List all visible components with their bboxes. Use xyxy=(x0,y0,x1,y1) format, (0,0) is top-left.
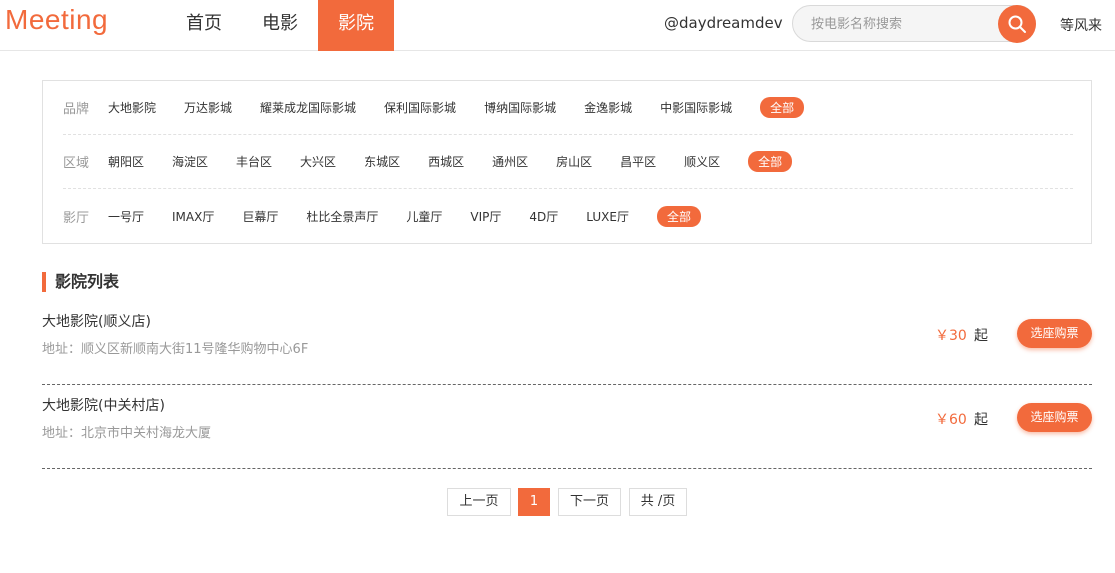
filter-option-district[interactable]: 全部 xyxy=(748,151,793,172)
main-nav: 首页 电影 影院 xyxy=(166,0,394,51)
nav-cinemas[interactable]: 影院 xyxy=(318,0,394,51)
filter-option-district[interactable]: 房山区 xyxy=(556,153,592,170)
buy-ticket-button[interactable]: 选座购票 xyxy=(1017,319,1092,348)
filter-panel: 品牌 大地影院 万达影城 耀莱成龙国际影城 保利国际影城 博纳国际影城 金逸影城 中影国际影… xyxy=(42,80,1092,244)
cinema-address: 地址：北京市中关村海龙大厦 xyxy=(42,426,212,441)
filter-option-brand[interactable]: 耀莱成龙国际影城 xyxy=(260,99,356,116)
filter-option-district[interactable]: 丰台区 xyxy=(236,153,272,170)
cinema-price: ￥30 xyxy=(935,328,967,344)
cinema-list-title: 影院列表 xyxy=(42,272,119,292)
username[interactable]: @daydreamdev xyxy=(664,14,783,32)
search-input[interactable] xyxy=(811,15,991,33)
logo[interactable]: Meeting xyxy=(5,4,108,36)
filter-option-district[interactable]: 顺义区 xyxy=(684,153,720,170)
filter-option-brand[interactable]: 金逸影城 xyxy=(584,99,632,116)
brand-filter-row: 品牌 大地影院 万达影城 耀莱成龙国际影城 保利国际影城 博纳国际影城 金逸影城 中影国际影… xyxy=(63,81,1073,135)
prev-page-button[interactable]: 上一页 xyxy=(447,488,511,516)
filter-label-hall: 影厅 xyxy=(63,210,90,226)
filter-option-brand[interactable]: 万达影城 xyxy=(184,99,232,116)
filter-option-brand[interactable]: 中影国际影城 xyxy=(660,99,732,116)
hall-filter-row: 影厅 一号厅 IMAX厅 巨幕厅 杜比全景声厅 儿童厅 VIP厅 4D厅 LUXE厅 全部 xyxy=(63,189,1073,243)
logout-link[interactable]: 等风来 xyxy=(1060,15,1102,35)
filter-option-district[interactable]: 东城区 xyxy=(364,153,400,170)
nav-movies[interactable]: 电影 xyxy=(242,0,318,51)
filter-option-district[interactable]: 昌平区 xyxy=(620,153,656,170)
price-suffix: 起 xyxy=(974,412,988,428)
filter-option-brand[interactable]: 保利国际影城 xyxy=(384,99,456,116)
filter-option-brand[interactable]: 博纳国际影城 xyxy=(484,99,556,116)
filter-option-hall[interactable]: 4D厅 xyxy=(529,208,558,225)
filter-option-district[interactable]: 海淀区 xyxy=(172,153,208,170)
filter-label-brand: 品牌 xyxy=(63,102,90,117)
cinema-name[interactable]: 大地影院(顺义店) xyxy=(42,311,151,331)
district-filter-row: 区域 朝阳区 海淀区 丰台区 大兴区 东城区 西城区 通州区 房山区 昌平区 顺义区 全部 xyxy=(63,135,1073,189)
search-icon xyxy=(1008,15,1026,33)
total-pages: 共 /页 xyxy=(629,488,687,516)
cinema-item: 大地影院(顺义店) 地址：顺义区新顺南大街11号隆华购物中心6F ￥30 起 选… xyxy=(42,301,1092,385)
search-bar xyxy=(792,5,1036,43)
cinema-price: ￥60 xyxy=(935,412,967,428)
nav-home[interactable]: 首页 xyxy=(166,0,242,51)
filter-option-brand[interactable]: 全部 xyxy=(760,97,805,118)
page-number-current[interactable]: 1 xyxy=(518,488,550,516)
filter-label-district: 区域 xyxy=(63,156,90,171)
search-button[interactable] xyxy=(998,5,1036,43)
header: Meeting 首页 电影 影院 @daydreamdev 等风来 xyxy=(0,0,1115,51)
filter-option-hall[interactable]: 儿童厅 xyxy=(406,208,442,225)
filter-option-hall[interactable]: 巨幕厅 xyxy=(242,208,278,225)
filter-option-hall[interactable]: 杜比全景声厅 xyxy=(306,208,378,225)
price-suffix: 起 xyxy=(974,328,988,344)
filter-option-district[interactable]: 西城区 xyxy=(428,153,464,170)
next-page-button[interactable]: 下一页 xyxy=(558,488,621,516)
filter-option-district[interactable]: 大兴区 xyxy=(300,153,336,170)
filter-option-hall[interactable]: LUXE厅 xyxy=(586,208,629,225)
cinema-name[interactable]: 大地影院(中关村店) xyxy=(42,395,165,415)
filter-option-brand[interactable]: 大地影院 xyxy=(108,99,156,116)
filter-option-district[interactable]: 通州区 xyxy=(492,153,528,170)
filter-option-hall[interactable]: 一号厅 xyxy=(108,208,144,225)
pagination: 上一页 1 下一页 共 /页 xyxy=(447,488,687,516)
cinema-item: 大地影院(中关村店) 地址：北京市中关村海龙大厦 ￥60 起 选座购票 xyxy=(42,385,1092,469)
buy-ticket-button[interactable]: 选座购票 xyxy=(1017,403,1092,432)
filter-option-hall[interactable]: VIP厅 xyxy=(470,208,501,225)
filter-option-hall[interactable]: IMAX厅 xyxy=(172,208,214,225)
filter-option-hall[interactable]: 全部 xyxy=(656,205,701,227)
filter-option-district[interactable]: 朝阳区 xyxy=(108,153,144,170)
cinema-address: 地址：顺义区新顺南大街11号隆华购物中心6F xyxy=(42,342,309,357)
